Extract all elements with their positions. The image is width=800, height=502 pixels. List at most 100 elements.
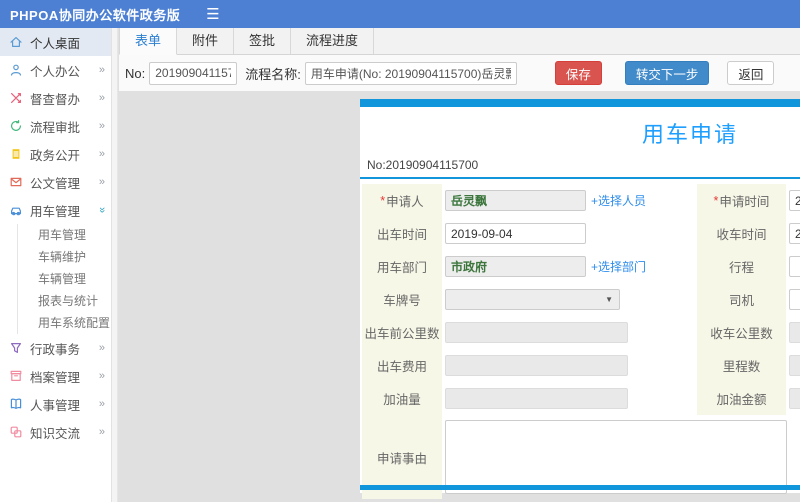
form-no-line: No:20190904115700 <box>367 158 479 172</box>
sidebar-item-11[interactable]: 知识交流 » <box>0 418 111 446</box>
sidebar-item-label: 流程审批 <box>30 120 81 135</box>
tab-2[interactable]: 附件 <box>177 28 235 54</box>
里程数-input <box>789 355 800 376</box>
app-title: PHPOA协同办公软件政务版 <box>10 7 181 23</box>
back-button[interactable]: 返回 <box>727 61 775 85</box>
chevron-icon: » <box>95 206 108 214</box>
sidebar-scrollbar[interactable] <box>112 28 118 502</box>
sidebar-subitem-3[interactable]: 车辆管理 <box>18 268 111 290</box>
field-label: 加油金额 <box>697 382 786 415</box>
no-input[interactable] <box>149 61 238 85</box>
reason-textarea[interactable] <box>445 420 787 494</box>
出车前公里数-input <box>445 322 628 343</box>
行程-input[interactable] <box>789 256 800 277</box>
form-row-4: 车牌号 ▼ 司机 <box>360 283 800 316</box>
form-panel: 用车申请 No:20190904115700 *申请人 +选择人员 *申请时间出车时… <box>360 99 800 499</box>
field-label: 收车时间 <box>697 217 786 250</box>
form-row-6: 出车费用 里程数 <box>360 349 800 382</box>
home-icon <box>9 35 23 49</box>
chevron-icon: » <box>98 64 105 76</box>
field-label: 加油量 <box>362 382 442 415</box>
加油金额-input <box>789 388 800 409</box>
sidebar: 个人桌面 个人办公 » 督查督办 » 流程审批 » 政务公开 » 公文管理 » 用车管理 » 用车管理 车辆… <box>0 28 112 502</box>
field-label: 里程数 <box>697 349 786 382</box>
admin-icon <box>9 341 23 355</box>
no-label: No: <box>125 65 146 81</box>
field-value-cell <box>786 289 800 310</box>
sidebar-item-8[interactable]: 行政事务 » <box>0 334 111 362</box>
chevron-icon: » <box>98 342 105 354</box>
field-label: 车牌号 <box>362 283 442 316</box>
save-button[interactable]: 保存 <box>554 61 602 85</box>
forward-next-step-button[interactable]: 转交下一步 <box>624 61 710 85</box>
dropdown-arrow-icon: ▼ <box>605 295 613 304</box>
field-value-cell <box>786 190 800 211</box>
tab-1[interactable]: 表单 <box>119 28 178 55</box>
field-value-cell: ▼ <box>442 289 637 310</box>
sidebar-item-9[interactable]: 档案管理 » <box>0 362 111 390</box>
sidebar-item-label: 个人桌面 <box>30 36 81 51</box>
required-asterisk: * <box>380 193 386 208</box>
chevron-icon: » <box>98 176 105 188</box>
form-row-5: 出车前公里数 收车公里数 <box>360 316 800 349</box>
field-value-cell <box>786 256 800 277</box>
plate-number-select[interactable]: ▼ <box>445 289 620 310</box>
picker-link[interactable]: +选择人员 <box>591 192 646 209</box>
required-asterisk: * <box>713 193 719 208</box>
user-icon <box>9 63 23 77</box>
form-top-accent-bar <box>360 99 800 107</box>
出车时间-input[interactable] <box>445 223 586 244</box>
sidebar-item-10[interactable]: 人事管理 » <box>0 390 111 418</box>
field-label: * 申请人 <box>362 184 442 217</box>
field-value-cell <box>442 420 787 494</box>
tab-3[interactable]: 签批 <box>234 28 292 54</box>
chevron-icon: » <box>98 426 105 438</box>
sidebar-item-5[interactable]: 政务公开 » <box>0 140 111 168</box>
sidebar-item-label: 人事管理 <box>30 398 81 413</box>
sidebar-subitem-2[interactable]: 车辆维护 <box>18 246 111 268</box>
field-label: 行程 <box>697 250 786 283</box>
field-value-cell <box>786 322 800 343</box>
申请人-input[interactable] <box>445 190 586 211</box>
field-label: 用车部门 <box>362 250 442 283</box>
form-row-1: *申请人 +选择人员 *申请时间 <box>360 184 800 217</box>
flow-name-label: 流程名称: <box>245 66 301 82</box>
archive-icon <box>9 369 23 383</box>
sidebar-item-3[interactable]: 督查督办 » <box>0 84 111 112</box>
sidebar-subitem-4[interactable]: 报表与统计 <box>18 290 111 312</box>
hr-icon <box>9 397 23 411</box>
sidebar-item-label: 督查督办 <box>30 92 81 107</box>
form-bottom-accent-bar <box>360 485 800 490</box>
field-value-cell <box>442 322 637 343</box>
field-label: 出车时间 <box>362 217 442 250</box>
sidebar-subitem-5[interactable]: 用车系统配置 <box>18 312 111 334</box>
approval-icon <box>9 119 23 133</box>
tab-4[interactable]: 流程进度 <box>291 28 375 54</box>
chevron-icon: » <box>98 120 105 132</box>
flow-name-input[interactable] <box>304 61 517 85</box>
司机-input[interactable] <box>789 289 800 310</box>
sidebar-item-label: 档案管理 <box>30 370 81 385</box>
hamburger-icon[interactable]: ☰ <box>206 7 219 22</box>
sidebar-item-label: 政务公开 <box>30 148 81 163</box>
sidebar-item-2[interactable]: 个人办公 » <box>0 56 111 84</box>
sidebar-item-4[interactable]: 流程审批 » <box>0 112 111 140</box>
收车时间-input[interactable] <box>789 223 800 244</box>
sidebar-item-7[interactable]: 用车管理 » <box>0 196 111 224</box>
vehicle-icon <box>9 203 23 217</box>
picker-link[interactable]: +选择部门 <box>591 258 646 275</box>
sidebar-item-1[interactable]: 个人桌面 <box>0 28 111 56</box>
form-title: 用车申请 <box>641 122 738 147</box>
field-value-cell <box>786 223 800 244</box>
申请时间-input[interactable] <box>789 190 800 211</box>
加油量-input <box>445 388 628 409</box>
sidebar-subitem-1[interactable]: 用车管理 <box>18 224 111 246</box>
form-row-2: 出车时间 收车时间 <box>360 217 800 250</box>
sidebar-item-6[interactable]: 公文管理 » <box>0 168 111 196</box>
field-label: * 申请时间 <box>697 184 786 217</box>
field-label: 出车费用 <box>362 349 442 382</box>
用车部门-input[interactable] <box>445 256 586 277</box>
knowledge-icon <box>9 425 23 439</box>
form-divider <box>360 177 800 179</box>
form-table: *申请人+选择人员*申请时间出车时间收车时间用车部门+选择部门行程车牌号▼司机出… <box>360 184 800 499</box>
